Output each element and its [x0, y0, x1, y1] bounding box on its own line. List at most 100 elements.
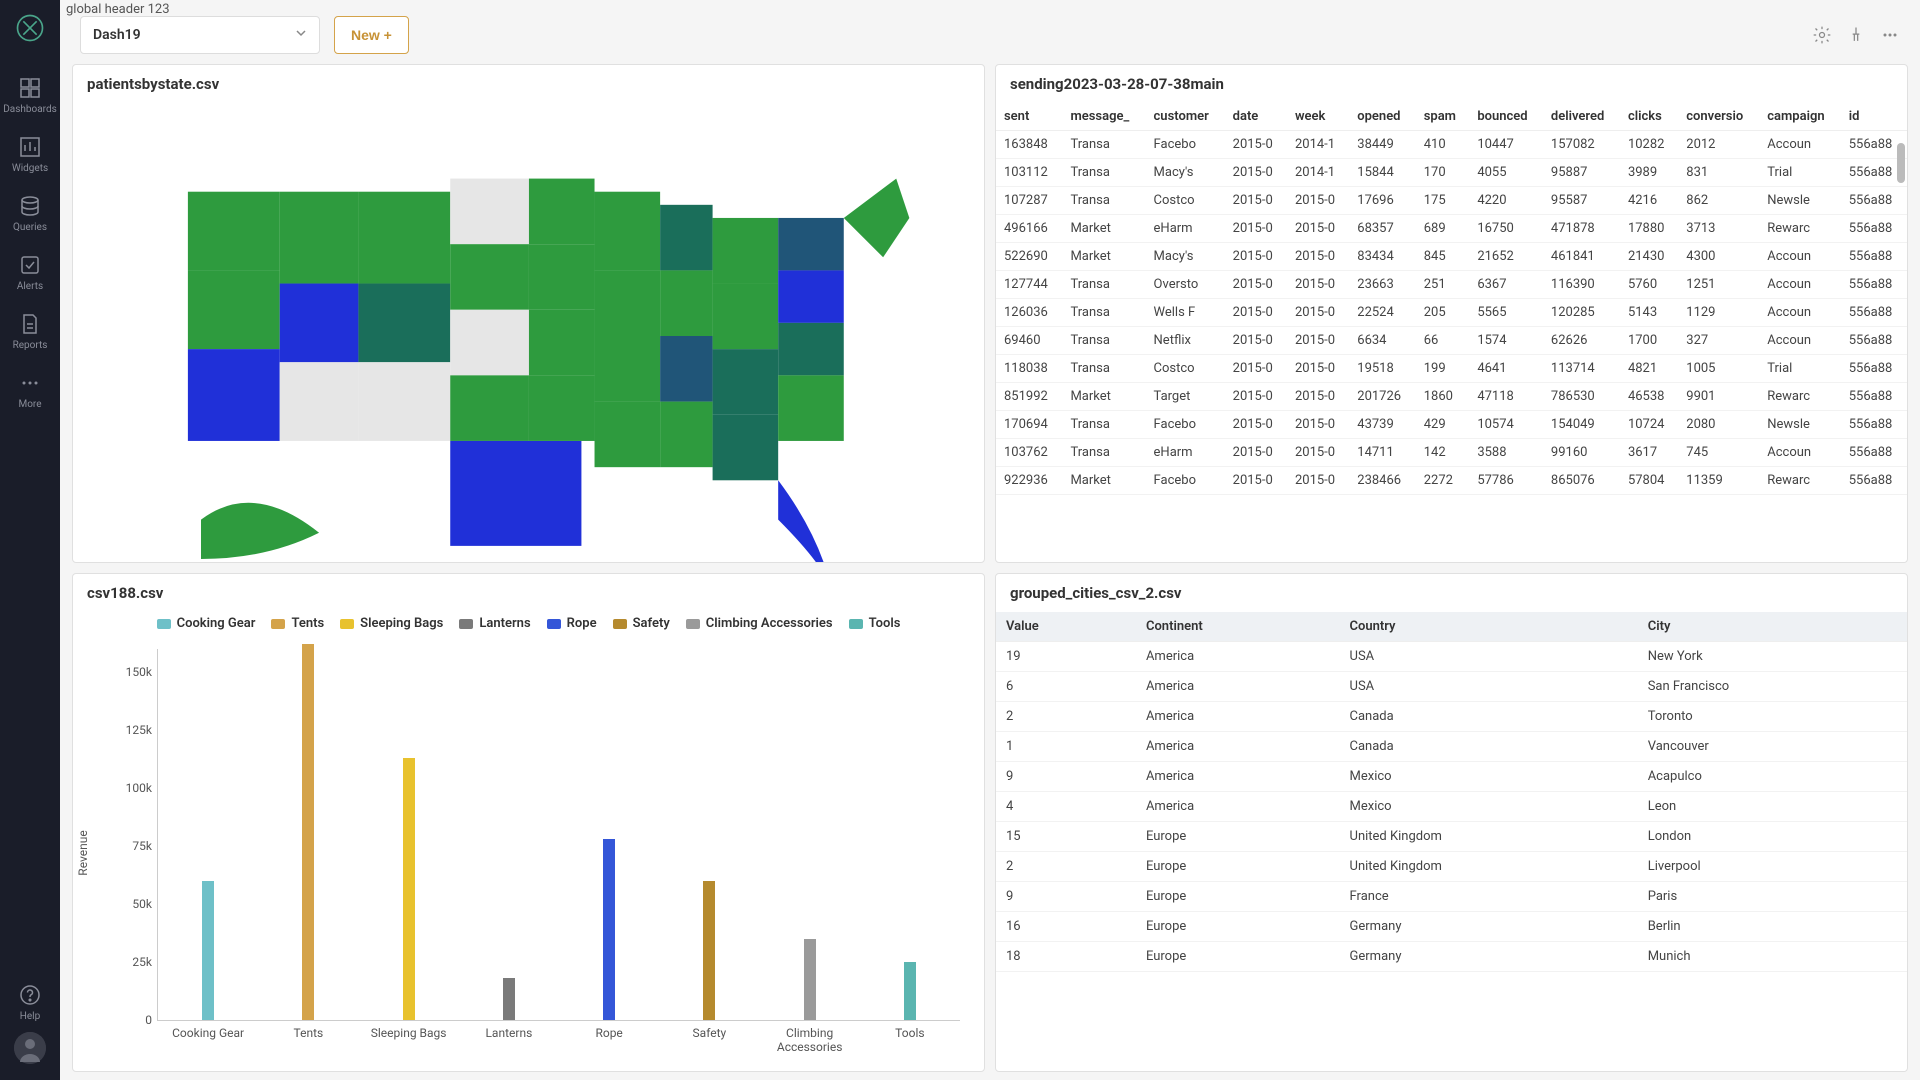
legend-item[interactable]: Climbing Accessories [686, 616, 833, 631]
cities-table-wrap[interactable]: ValueContinentCountryCity 19AmericaUSANe… [996, 612, 1907, 1071]
col-header[interactable]: City [1638, 612, 1907, 642]
cell: Transa [1062, 271, 1145, 299]
table-row[interactable]: 1AmericaCanadaVancouver [996, 732, 1907, 762]
us-choropleth-map[interactable] [73, 103, 984, 562]
cell: America [1136, 762, 1340, 792]
cell: 10724 [1620, 411, 1678, 439]
legend-item[interactable]: Rope [547, 616, 597, 631]
bar[interactable] [804, 939, 816, 1020]
sidebar-item-reports[interactable]: Reports [0, 302, 60, 361]
bar-plot[interactable]: Revenue 025k50k75k100k125k150kCooking Ge… [87, 639, 970, 1067]
scrollbar[interactable] [1897, 143, 1905, 552]
sending-table: sentmessage_customerdateweekopenedspambo… [996, 103, 1907, 495]
sidebar-item-more[interactable]: More [0, 361, 60, 420]
y-tick: 100k [104, 781, 152, 795]
sidebar-item-queries[interactable]: Queries [0, 184, 60, 243]
sidebar-item-alerts[interactable]: Alerts [0, 243, 60, 302]
dashboard-selector[interactable]: Dash19 [80, 16, 320, 54]
table-row[interactable]: 16EuropeGermanyBerlin [996, 912, 1907, 942]
col-header[interactable]: bounced [1469, 103, 1543, 131]
table-row[interactable]: 69460TransaNetflix2015-02015-06634661574… [996, 327, 1907, 355]
cell: Accoun [1759, 243, 1840, 271]
sidebar-item-widgets[interactable]: Widgets [0, 125, 60, 184]
bar[interactable] [403, 758, 415, 1020]
avatar[interactable] [14, 1032, 46, 1064]
sidebar-item-dashboards[interactable]: Dashboards [0, 66, 60, 125]
legend-label: Climbing Accessories [706, 616, 833, 631]
resize-handle[interactable] [970, 548, 982, 560]
col-header[interactable]: Continent [1136, 612, 1340, 642]
new-button[interactable]: New + [334, 16, 409, 54]
table-row[interactable]: 103762TransaeHarm2015-02015-014711142358… [996, 439, 1907, 467]
table-row[interactable]: 496166MarketeHarm2015-02015-068357689167… [996, 215, 1907, 243]
table-row[interactable]: 126036TransaWells F2015-02015-0225242055… [996, 299, 1907, 327]
col-header[interactable]: date [1225, 103, 1287, 131]
col-header[interactable]: opened [1349, 103, 1415, 131]
col-header[interactable]: campaign [1759, 103, 1840, 131]
cell: Transa [1062, 327, 1145, 355]
table-row[interactable]: 9EuropeFranceParis [996, 882, 1907, 912]
cell: 2015-0 [1225, 327, 1287, 355]
bar[interactable] [904, 962, 916, 1020]
table-row[interactable]: 9AmericaMexicoAcapulco [996, 762, 1907, 792]
resize-handle[interactable] [1893, 548, 1905, 560]
legend-item[interactable]: Safety [613, 616, 670, 631]
alert-icon [18, 253, 42, 277]
cell: Canada [1340, 732, 1638, 762]
table-row[interactable]: 107287TransaCostco2015-02015-01769617542… [996, 187, 1907, 215]
col-header[interactable]: conversio [1678, 103, 1759, 131]
more-horizontal-icon[interactable] [1880, 25, 1900, 45]
table-row[interactable]: 18EuropeGermanyMunich [996, 942, 1907, 972]
col-header[interactable]: clicks [1620, 103, 1678, 131]
legend-item[interactable]: Sleeping Bags [340, 616, 443, 631]
col-header[interactable]: delivered [1543, 103, 1620, 131]
col-header[interactable]: id [1841, 103, 1907, 131]
legend-item[interactable]: Lanterns [459, 616, 530, 631]
table-row[interactable]: 170694TransaFacebo2015-02015-04373942910… [996, 411, 1907, 439]
bar[interactable] [703, 881, 715, 1020]
cell: Mexico [1340, 792, 1638, 822]
table-row[interactable]: 922936MarketFacebo2015-02015-02384662272… [996, 467, 1907, 495]
table-row[interactable]: 522690MarketMacy's2015-02015-08343484521… [996, 243, 1907, 271]
filter-icon[interactable] [1846, 25, 1866, 45]
table-row[interactable]: 127744TransaOversto2015-02015-0236632516… [996, 271, 1907, 299]
table-row[interactable]: 2AmericaCanadaToronto [996, 702, 1907, 732]
sidebar-item-help[interactable]: Help [0, 973, 60, 1032]
col-header[interactable]: customer [1146, 103, 1225, 131]
table-row[interactable]: 103112TransaMacy's2015-02014-11584417040… [996, 159, 1907, 187]
table-row[interactable]: 118038TransaCostco2015-02015-01951819946… [996, 355, 1907, 383]
bar[interactable] [603, 839, 615, 1020]
table-row[interactable]: 851992MarketTarget2015-02015-02017261860… [996, 383, 1907, 411]
y-tick: 25k [104, 955, 152, 969]
table-row[interactable]: 15EuropeUnited KingdomLondon [996, 822, 1907, 852]
legend-item[interactable]: Tools [849, 616, 901, 631]
table-row[interactable]: 2EuropeUnited KingdomLiverpool [996, 852, 1907, 882]
col-header[interactable]: spam [1416, 103, 1470, 131]
bar[interactable] [302, 644, 314, 1020]
bar[interactable] [202, 881, 214, 1020]
legend-item[interactable]: Cooking Gear [157, 616, 256, 631]
bar[interactable] [503, 978, 515, 1020]
x-tick-label: Cooking Gear [158, 1020, 258, 1040]
legend-item[interactable]: Tents [271, 616, 324, 631]
table-row[interactable]: 4AmericaMexicoLeon [996, 792, 1907, 822]
col-header[interactable]: message_ [1062, 103, 1145, 131]
cell: 157082 [1543, 131, 1620, 159]
col-header[interactable]: Value [996, 612, 1136, 642]
gear-icon[interactable] [1812, 25, 1832, 45]
cell: 11359 [1678, 467, 1759, 495]
table-row[interactable]: 19AmericaUSANew York [996, 642, 1907, 672]
cell: 19 [996, 642, 1136, 672]
legend-label: Lanterns [479, 616, 530, 631]
cell: Transa [1062, 159, 1145, 187]
swatch-icon [459, 619, 473, 629]
table-row[interactable]: 163848TransaFacebo2015-02014-13844941010… [996, 131, 1907, 159]
col-header[interactable]: sent [996, 103, 1062, 131]
cell: 116390 [1543, 271, 1620, 299]
table-row[interactable]: 6AmericaUSASan Francisco [996, 672, 1907, 702]
sending-table-wrap[interactable]: sentmessage_customerdateweekopenedspambo… [996, 103, 1907, 562]
col-header[interactable]: Country [1340, 612, 1638, 642]
cell: 2014-1 [1287, 131, 1349, 159]
app-logo[interactable] [12, 10, 48, 46]
col-header[interactable]: week [1287, 103, 1349, 131]
